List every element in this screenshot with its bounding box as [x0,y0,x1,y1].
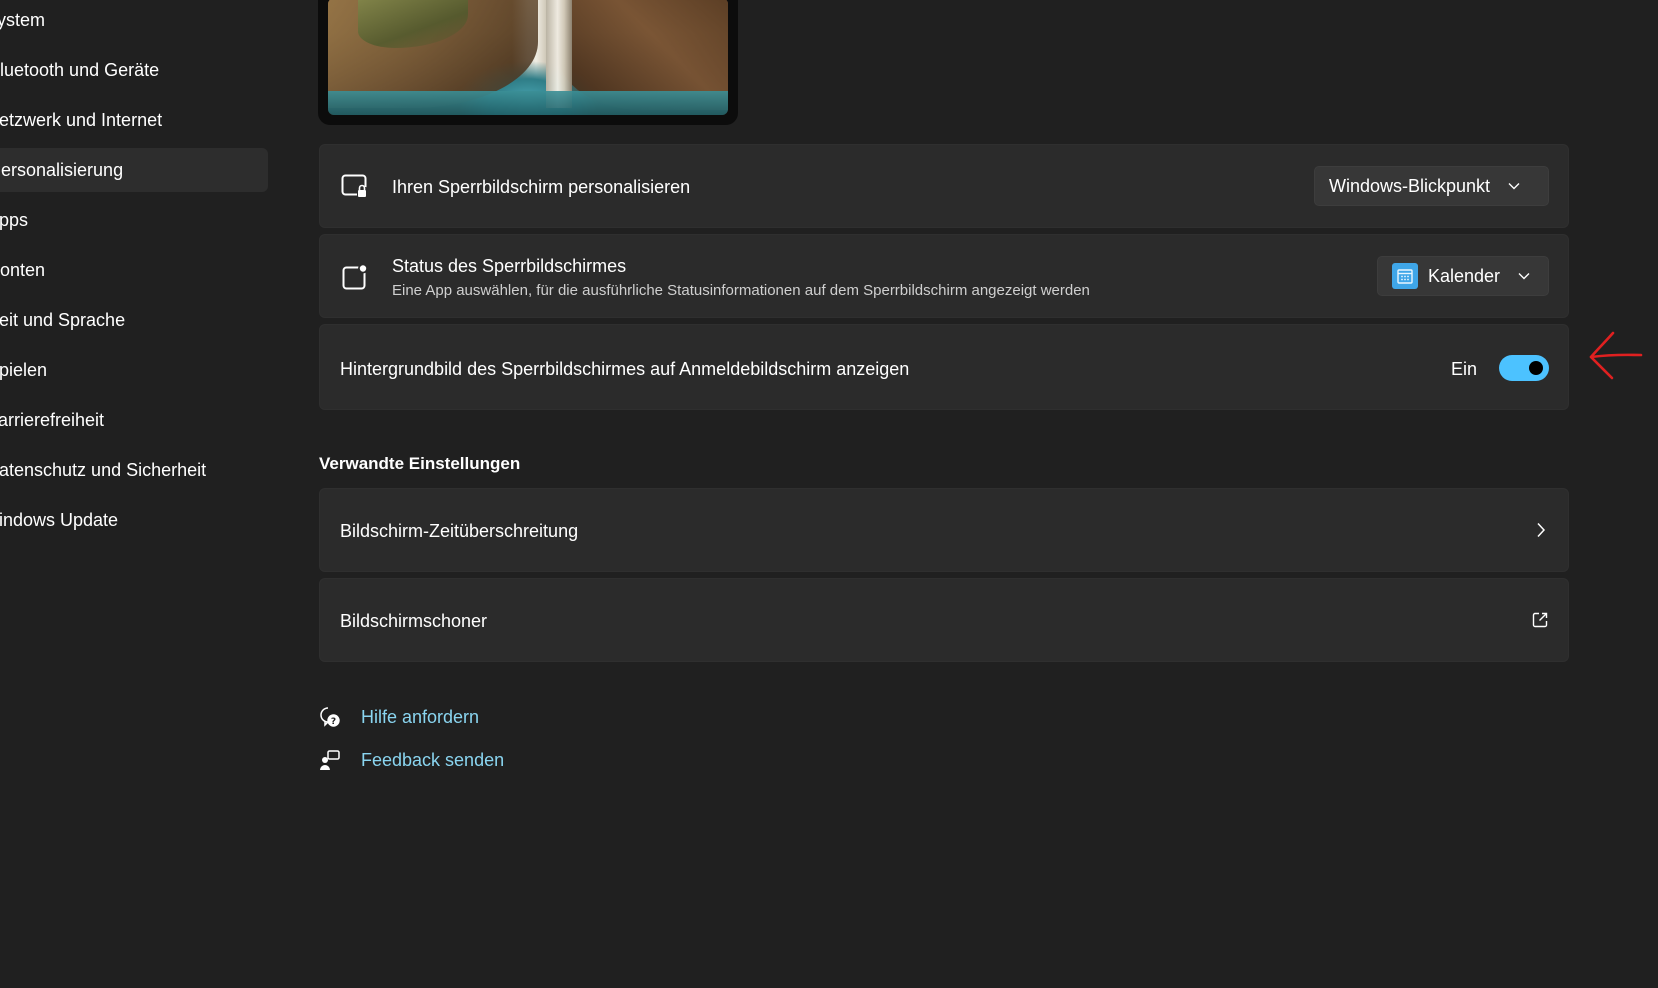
signin-background-title: Hintergrundbild des Sperrbildschirmes au… [340,359,910,379]
help-icon: ? [319,706,341,728]
screensaver-label: Bildschirmschoner [340,611,488,631]
screen-timeout-row[interactable]: Bildschirm-Zeitüberschreitung [319,488,1569,572]
related-settings-heading: Verwandte Einstellungen [319,454,521,473]
feedback-link[interactable]: Feedback senden [361,750,504,771]
lock-screen-status-title: Status des Sperrbildschirmes [392,256,627,276]
lock-screen-preview [318,0,738,125]
annotation-arrow-icon [1585,330,1645,380]
toggle-knob [1529,361,1543,375]
lock-screen-status-dropdown[interactable]: Kalender [1377,256,1549,296]
svg-text:?: ? [331,717,336,727]
chevron-right-icon [1536,522,1546,543]
screensaver-row[interactable]: Bildschirmschoner [319,578,1569,662]
feedback-link-row[interactable]: Feedback senden [319,745,504,775]
dropdown-selected-value: Kalender [1428,265,1501,286]
screen-timeout-label: Bildschirm-Zeitüberschreitung [340,521,579,541]
lock-screen-status-subtitle: Eine App auswählen, für die ausführliche… [392,282,1090,299]
main-content: Ihren Sperrbildschirm personalisieren Wi… [0,0,1658,988]
lock-screen-type-dropdown[interactable]: Windows-Blickpunkt [1314,166,1549,206]
settings-window: System Bluetooth und Geräte Netzwerk und… [0,0,1658,988]
status-icon [340,262,370,292]
lock-screen-icon [340,171,370,201]
help-link-row[interactable]: ? Hilfe anfordern [319,702,479,732]
toggle-state-label: Ein [1450,359,1477,379]
personalize-lock-screen-title: Ihren Sperrbildschirm personalisieren [392,177,691,197]
chevron-down-icon [1516,268,1532,284]
signin-background-toggle[interactable] [1499,355,1549,381]
signin-background-card: Hintergrundbild des Sperrbildschirmes au… [319,324,1569,410]
help-link[interactable]: Hilfe anfordern [361,707,479,728]
chevron-down-icon [1506,178,1522,194]
personalize-lock-screen-card: Ihren Sperrbildschirm personalisieren Wi… [319,144,1569,228]
lock-screen-preview-image [328,0,728,115]
dropdown-selected-value: Windows-Blickpunkt [1329,175,1491,196]
lock-screen-status-card: Status des Sperrbildschirmes Eine App au… [319,234,1569,318]
feedback-icon [319,749,341,771]
external-link-icon [1531,611,1549,634]
calendar-icon [1392,263,1418,289]
